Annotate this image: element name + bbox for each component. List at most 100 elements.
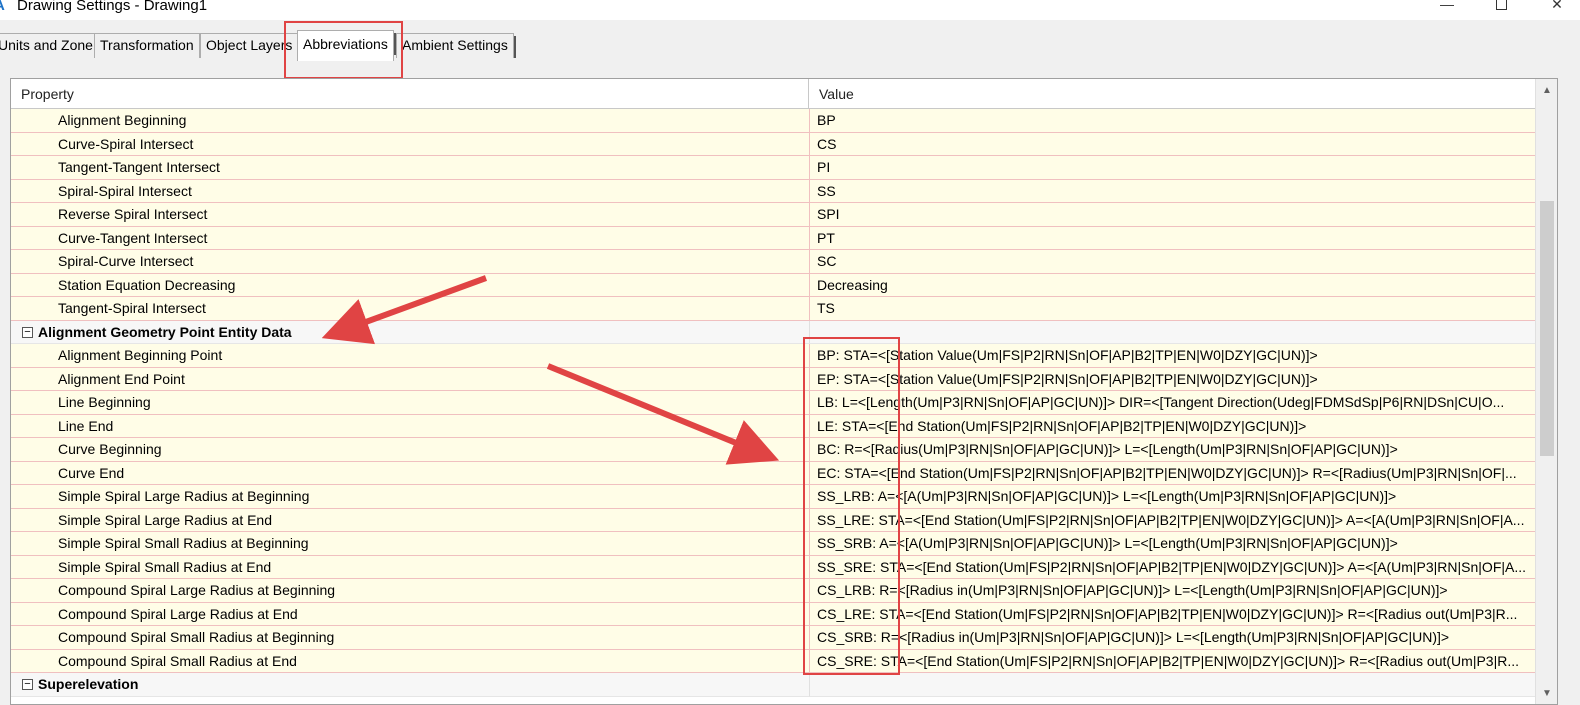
property-row[interactable]: Line Beginning LB: L=<[Length(Um|P3|RN|Sn… bbox=[11, 391, 1535, 415]
property-name-cell[interactable]: Line End bbox=[11, 414, 810, 438]
tab-transformation[interactable]: Transformation bbox=[94, 33, 202, 58]
property-value-cell[interactable]: SPI bbox=[810, 203, 1535, 227]
civil3d-logo-icon: A bbox=[0, 0, 8, 14]
property-row[interactable]: Station Equation Decreasing Decreasing bbox=[11, 273, 1535, 297]
maximize-button[interactable] bbox=[1478, 0, 1524, 16]
property-name-cell[interactable]: Compound Spiral Large Radius at Beginnin… bbox=[11, 579, 810, 603]
category-row[interactable]: − Alignment Geometry Point Entity Data bbox=[11, 320, 1535, 344]
property-value-cell[interactable]: TS bbox=[810, 297, 1535, 321]
grid-header: Property Value bbox=[11, 79, 1535, 109]
property-row[interactable]: Line End LE: STA=<[End Station(Um|FS|P2|R… bbox=[11, 414, 1535, 438]
property-row[interactable]: Compound Spiral Small Radius at Beginnin… bbox=[11, 626, 1535, 650]
property-row[interactable]: Simple Spiral Small Radius at End SS_SRE:… bbox=[11, 555, 1535, 579]
property-row[interactable]: Simple Spiral Small Radius at Beginning S… bbox=[11, 532, 1535, 556]
property-value-cell[interactable]: CS_SRB: R=<[Radius in(Um|P3|RN|Sn|OF|AP|… bbox=[810, 626, 1535, 650]
column-header-value[interactable]: Value bbox=[809, 79, 1535, 109]
property-value-cell[interactable]: LB: L=<[Length(Um|P3|RN|Sn|OF|AP|GC|UN)]… bbox=[810, 391, 1535, 415]
property-name-cell[interactable]: Alignment Beginning bbox=[11, 109, 810, 133]
collapse-minus-icon[interactable]: − bbox=[22, 679, 33, 690]
title-bar: A Drawing Settings - Drawing1 — ✕ bbox=[0, 0, 1580, 20]
property-row[interactable]: Curve Beginning BC: R=<[Radius(Um|P3|RN|S… bbox=[11, 438, 1535, 462]
property-name-cell[interactable]: Alignment Beginning Point bbox=[11, 344, 810, 368]
property-value-cell[interactable]: EC: STA=<[End Station(Um|FS|P2|RN|Sn|OF|… bbox=[810, 461, 1535, 485]
property-name-cell[interactable]: Spiral-Spiral Intersect bbox=[11, 179, 810, 203]
property-value-cell[interactable]: PT bbox=[810, 226, 1535, 250]
property-name-text: Simple Spiral Large Radius at End bbox=[58, 511, 273, 528]
property-name-cell[interactable]: Curve-Spiral Intersect bbox=[11, 132, 810, 156]
property-name-cell[interactable]: Curve-Tangent Intersect bbox=[11, 226, 810, 250]
property-name-cell[interactable]: Simple Spiral Small Radius at Beginning bbox=[11, 532, 810, 556]
property-name-cell[interactable]: Curve End bbox=[11, 461, 810, 485]
property-value-cell[interactable]: CS bbox=[810, 132, 1535, 156]
property-name-cell[interactable]: Simple Spiral Large Radius at Beginning bbox=[11, 485, 810, 509]
property-value-cell[interactable]: Decreasing bbox=[810, 273, 1535, 297]
property-row[interactable]: Reverse Spiral Intersect SPI bbox=[11, 203, 1535, 227]
property-row[interactable]: Simple Spiral Large Radius at Beginning S… bbox=[11, 485, 1535, 509]
property-name-cell[interactable]: Station Equation Decreasing bbox=[11, 273, 810, 297]
property-row[interactable]: Tangent-Spiral Intersect TS bbox=[11, 297, 1535, 321]
property-name-cell[interactable]: Tangent-Tangent Intersect bbox=[11, 156, 810, 180]
property-row[interactable]: Simple Spiral Large Radius at End SS_LRE:… bbox=[11, 508, 1535, 532]
column-header-property[interactable]: Property bbox=[11, 79, 809, 109]
property-name-cell[interactable]: Spiral-Curve Intersect bbox=[11, 250, 810, 274]
property-value-cell[interactable]: LE: STA=<[End Station(Um|FS|P2|RN|Sn|OF|… bbox=[810, 414, 1535, 438]
property-row[interactable]: Alignment Beginning Point BP: STA=<[Stati… bbox=[11, 344, 1535, 368]
property-row[interactable]: Compound Spiral Large Radius at End CS_LR… bbox=[11, 602, 1535, 626]
property-value-cell[interactable]: BP: STA=<[Station Value(Um|FS|P2|RN|Sn|O… bbox=[810, 344, 1535, 368]
property-value-cell[interactable]: EP: STA=<[Station Value(Um|FS|P2|RN|Sn|O… bbox=[810, 367, 1535, 391]
scroll-thumb[interactable] bbox=[1540, 201, 1554, 456]
property-row[interactable]: Spiral-Spiral Intersect SS bbox=[11, 179, 1535, 203]
property-name-cell[interactable]: Line Beginning bbox=[11, 391, 810, 415]
tab-abbreviations[interactable]: Abbreviations bbox=[297, 30, 396, 61]
property-value-cell[interactable]: CS_LRB: R=<[Radius in(Um|P3|RN|Sn|OF|AP|… bbox=[810, 579, 1535, 603]
property-value-cell[interactable]: SC bbox=[810, 250, 1535, 274]
property-value-cell[interactable]: CS_LRE: STA=<[End Station(Um|FS|P2|RN|Sn… bbox=[810, 602, 1535, 626]
property-value-cell[interactable]: SS_SRB: A=<[A(Um|P3|RN|Sn|OF|AP|GC|UN)]>… bbox=[810, 532, 1535, 556]
property-name-text: Station Equation Decreasing bbox=[58, 276, 236, 293]
property-value-cell[interactable]: SS_LRE: STA=<[End Station(Um|FS|P2|RN|Sn… bbox=[810, 508, 1535, 532]
property-name-text: Compound Spiral Large Radius at End bbox=[58, 605, 298, 622]
property-value-cell[interactable]: BP bbox=[810, 109, 1535, 133]
property-value-cell[interactable]: CS_SRE: STA=<[End Station(Um|FS|P2|RN|Sn… bbox=[810, 649, 1535, 673]
property-name-cell[interactable]: Compound Spiral Small Radius at Beginnin… bbox=[11, 626, 810, 650]
property-name-text: Alignment End Point bbox=[58, 370, 185, 387]
property-row[interactable]: Compound Spiral Large Radius at Beginnin… bbox=[11, 579, 1535, 603]
property-value-cell[interactable]: PI bbox=[810, 156, 1535, 180]
property-row[interactable]: Spiral-Curve Intersect SC bbox=[11, 250, 1535, 274]
property-name-cell[interactable]: Curve Beginning bbox=[11, 438, 810, 462]
tab-strip: Units and Zone Transformation Object Lay… bbox=[0, 30, 1580, 61]
property-value-cell[interactable]: BC: R=<[Radius(Um|P3|RN|Sn|OF|AP|GC|UN)]… bbox=[810, 438, 1535, 462]
property-name-cell[interactable]: Compound Spiral Large Radius at End bbox=[11, 602, 810, 626]
property-row[interactable]: Curve-Spiral Intersect CS bbox=[11, 132, 1535, 156]
tab-object-layers[interactable]: Object Layers bbox=[200, 33, 301, 58]
property-name-cell[interactable]: Simple Spiral Small Radius at End bbox=[11, 555, 810, 579]
property-name-text: Compound Spiral Small Radius at Beginnin… bbox=[58, 629, 335, 645]
property-name-cell[interactable]: − Alignment Geometry Point Entity Data bbox=[11, 320, 810, 344]
property-name-cell[interactable]: − Superelevation bbox=[11, 673, 810, 697]
property-value-cell[interactable] bbox=[810, 673, 1535, 697]
property-name-cell[interactable]: Alignment End Point bbox=[11, 367, 810, 391]
property-name-cell[interactable]: Tangent-Spiral Intersect bbox=[11, 297, 810, 321]
collapse-minus-icon[interactable]: − bbox=[22, 326, 33, 338]
property-value-cell[interactable]: SS_SRE: STA=<[End Station(Um|FS|P2|RN|Sn… bbox=[810, 555, 1535, 579]
property-row[interactable]: Curve End EC: STA=<[End Station(Um|FS|P2|… bbox=[11, 461, 1535, 485]
property-row[interactable]: Tangent-Tangent Intersect PI bbox=[11, 156, 1535, 180]
minimize-button[interactable]: — bbox=[1424, 0, 1470, 16]
property-value-cell[interactable] bbox=[810, 320, 1535, 344]
tab-ambient-settings[interactable]: Ambient Settings bbox=[396, 33, 516, 58]
property-name-cell[interactable]: Reverse Spiral Intersect bbox=[11, 203, 810, 227]
property-value-cell[interactable]: SS_LRB: A=<[A(Um|P3|RN|Sn|OF|AP|GC|UN)]>… bbox=[810, 485, 1535, 509]
tab-units-and-zone[interactable]: Units and Zone bbox=[0, 33, 101, 58]
property-row[interactable]: Alignment End Point EP: STA=<[Station Val… bbox=[11, 367, 1535, 391]
property-row[interactable]: Compound Spiral Small Radius at End CS_SR… bbox=[11, 649, 1535, 673]
scroll-up-arrow-icon[interactable]: ▲ bbox=[1536, 81, 1557, 101]
close-button[interactable]: ✕ bbox=[1534, 0, 1580, 16]
property-value-cell[interactable]: SS bbox=[810, 179, 1535, 203]
property-name-cell[interactable]: Compound Spiral Small Radius at End bbox=[11, 649, 810, 673]
category-row[interactable]: − Superelevation bbox=[11, 673, 1535, 697]
property-name-cell[interactable]: Simple Spiral Large Radius at End bbox=[11, 508, 810, 532]
vertical-scrollbar[interactable]: ▲ ▼ bbox=[1535, 79, 1557, 704]
property-row[interactable]: Curve-Tangent Intersect PT bbox=[11, 226, 1535, 250]
scroll-down-arrow-icon[interactable]: ▼ bbox=[1536, 684, 1557, 704]
property-row[interactable]: Alignment Beginning BP bbox=[11, 109, 1535, 133]
